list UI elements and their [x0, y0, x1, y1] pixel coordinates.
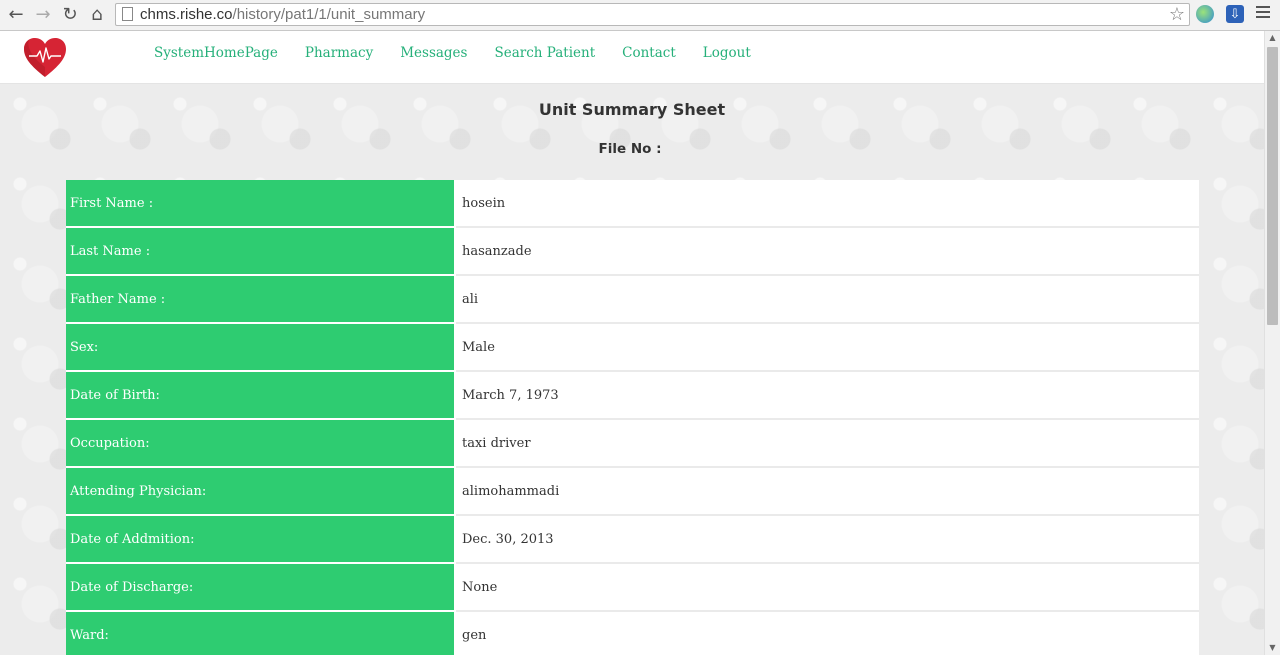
main-content: Unit Summary Sheet File No : First Name …: [0, 84, 1264, 655]
table-row: First Name : hosein: [66, 180, 1199, 228]
row-label: Date of Discharge:: [66, 563, 455, 612]
row-value: taxi driver: [454, 419, 1199, 468]
nav-link-systemhomepage[interactable]: SystemHomePage: [154, 45, 278, 61]
row-value: hosein: [454, 180, 1199, 228]
table-row: Father Name : ali: [66, 275, 1199, 324]
scroll-thumb[interactable]: [1267, 47, 1278, 325]
url-text[interactable]: chms.rishe.co/history/pat1/1/unit_summar…: [140, 6, 425, 23]
main-nav: SystemHomePage Pharmacy Messages Search …: [154, 45, 778, 61]
vertical-scrollbar[interactable]: ▲ ▼: [1264, 31, 1280, 655]
row-value: hasanzade: [454, 227, 1199, 276]
table-row: Sex: Male: [66, 323, 1199, 372]
browser-toolbar: ← → ↻ ⌂ chms.rishe.co/history/pat1/1/uni…: [0, 0, 1280, 31]
url-path: /history/pat1/1/unit_summary: [232, 6, 426, 23]
scroll-up-icon[interactable]: ▲: [1265, 31, 1280, 45]
table-row: Ward: gen: [66, 611, 1199, 655]
star-icon[interactable]: ☆: [1169, 4, 1185, 25]
row-label: Ward:: [66, 611, 455, 655]
row-label: Father Name :: [66, 275, 455, 324]
forward-arrow-icon[interactable]: →: [32, 4, 54, 26]
file-number-label: File No :: [598, 141, 662, 157]
back-arrow-icon[interactable]: ←: [5, 4, 27, 26]
table-row: Date of Discharge: None: [66, 563, 1199, 612]
row-value: March 7, 1973: [454, 371, 1199, 420]
page-title: Unit Summary Sheet: [538, 100, 726, 119]
row-label: Last Name :: [66, 227, 455, 276]
unit-summary-table: First Name : hosein Last Name : hasanzad…: [66, 180, 1199, 655]
hamburger-menu-icon[interactable]: [1256, 6, 1270, 21]
row-label: Date of Addmition:: [66, 515, 455, 564]
row-label: Sex:: [66, 323, 455, 372]
table-row: Last Name : hasanzade: [66, 227, 1199, 276]
nav-link-contact[interactable]: Contact: [622, 45, 676, 61]
table-row: Date of Addmition: Dec. 30, 2013: [66, 515, 1199, 564]
nav-link-pharmacy[interactable]: Pharmacy: [305, 45, 373, 61]
row-value: alimohammadi: [454, 467, 1199, 516]
table-row: Date of Birth: March 7, 1973: [66, 371, 1199, 420]
row-value: Dec. 30, 2013: [454, 515, 1199, 564]
page-icon: [122, 7, 133, 21]
scroll-down-icon[interactable]: ▼: [1265, 641, 1280, 655]
table-row: Attending Physician: alimohammadi: [66, 467, 1199, 516]
site-header: SystemHomePage Pharmacy Messages Search …: [0, 31, 1264, 84]
file-number: File No :: [0, 141, 1264, 157]
row-label: First Name :: [66, 180, 455, 228]
url-host: chms.rishe.co: [140, 6, 233, 23]
download-extension-icon[interactable]: ⇩: [1226, 5, 1244, 23]
row-label: Occupation:: [66, 419, 455, 468]
nav-link-messages[interactable]: Messages: [400, 45, 467, 61]
row-value: gen: [454, 611, 1199, 655]
row-value: None: [454, 563, 1199, 612]
nav-link-logout[interactable]: Logout: [703, 45, 751, 61]
reload-icon[interactable]: ↻: [59, 4, 81, 26]
address-bar[interactable]: chms.rishe.co/history/pat1/1/unit_summar…: [115, 3, 1190, 26]
globe-extension-icon[interactable]: [1196, 5, 1214, 23]
row-label: Attending Physician:: [66, 467, 455, 516]
row-label: Date of Birth:: [66, 371, 455, 420]
home-icon[interactable]: ⌂: [86, 4, 108, 26]
nav-link-search-patient[interactable]: Search Patient: [494, 45, 595, 61]
row-value: Male: [454, 323, 1199, 372]
row-value: ali: [454, 275, 1199, 324]
heart-pulse-logo[interactable]: [23, 37, 67, 79]
table-row: Occupation: taxi driver: [66, 419, 1199, 468]
